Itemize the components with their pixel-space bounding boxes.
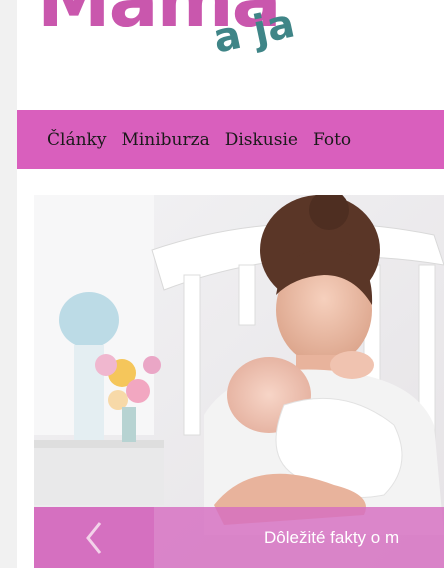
nav-item-clanky[interactable]: Články [47,130,106,150]
nav-item-foto[interactable]: Foto [313,130,351,150]
nav-item-diskusie[interactable]: Diskusie [225,130,298,150]
page: Mama a ja Články Miniburza Diskusie Foto [17,0,444,568]
slider-bar: Dôležité fakty o m [34,507,444,568]
chevron-left-icon [86,521,102,554]
slide-caption[interactable]: Dôležité fakty o m [154,507,444,568]
featured-slider[interactable]: Dôležité fakty o m [34,195,444,568]
site-header: Mama a ja [17,0,444,110]
nav-item-miniburza[interactable]: Miniburza [121,130,209,150]
main-nav: Články Miniburza Diskusie Foto [17,110,444,169]
prev-slide-button[interactable] [34,507,154,568]
